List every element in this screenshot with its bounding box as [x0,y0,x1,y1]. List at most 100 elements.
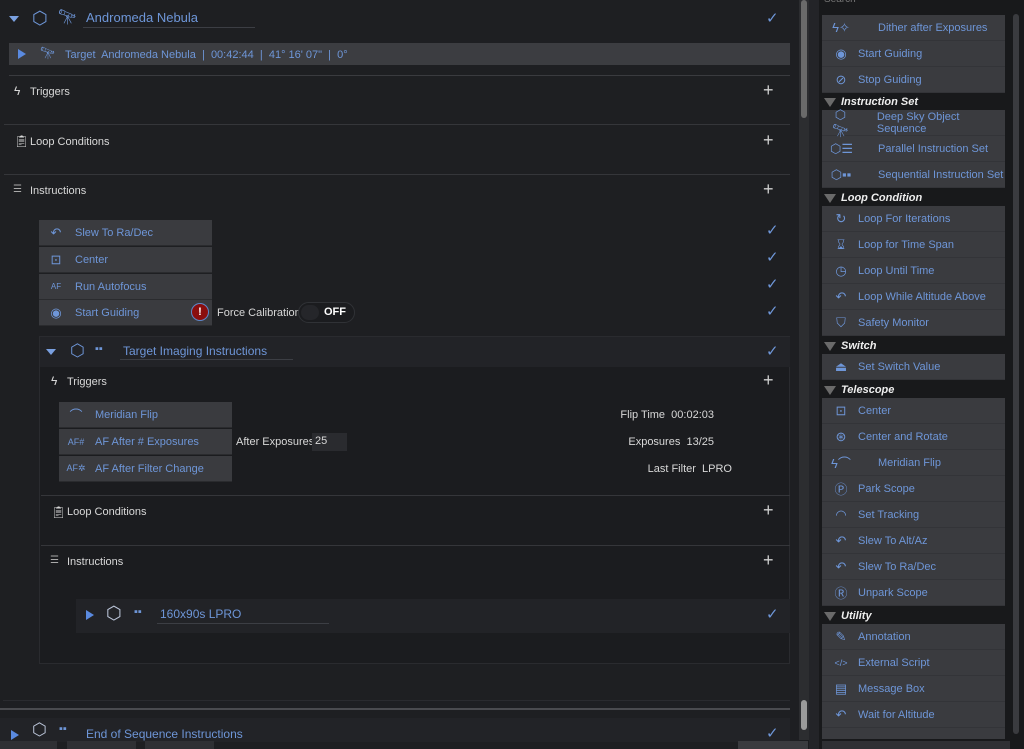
instruction-run-autofocus[interactable]: AF Run Autofocus [39,274,212,300]
library-item[interactable]: ⊛ Center and Rotate [822,424,1005,450]
library-item[interactable]: </> External Script [822,650,1005,676]
check-icon: ✓ [766,725,779,742]
instruction-slew-radec[interactable]: ↶ Slew To Ra/Dec [39,220,212,246]
library-group-loop-condition: ↻ Loop For Iterations ⌛︎ Loop for Time Spa… [822,206,1005,336]
library-item[interactable]: ⌛︎ Loop for Time Span [822,232,1005,258]
expand-arrow-icon[interactable] [18,49,26,59]
library-item[interactable]: ◠ Set Tracking [822,502,1005,528]
instructions-label: Instructions [67,556,124,568]
trigger-af-after-filter-change[interactable]: AF✲ AF After Filter Change [59,456,232,482]
instruction-start-guiding[interactable]: ◉ Start Guiding [39,300,212,326]
library-item[interactable]: Ⓡ Unpark Scope [822,580,1005,606]
end-of-sequence-title: End of Sequence Instructions [86,727,243,741]
trigger-af-after-exposures[interactable]: AF# AF After # Exposures [59,429,232,455]
add-loop-condition-button[interactable]: + [763,500,774,521]
library-item[interactable]: ⛉ Safety Monitor [822,310,1005,336]
list-icon: ☰ [50,555,59,566]
exposures-info: Exposures 13/25 [628,436,714,448]
bottom-button[interactable] [738,741,808,749]
check-icon: ✓ [766,249,779,266]
category-switch[interactable]: Switch [822,339,876,353]
pencil-icon: ✎ [835,628,847,644]
library-item[interactable]: ✎ Annotation [822,624,1005,650]
check-icon: ✓ [766,303,779,320]
telescope-icon: 🔭︎ [40,46,56,60]
search-input[interactable]: Search [824,0,856,5]
library-item[interactable]: ⬡☰ Parallel Instruction Set [822,136,1005,162]
bottom-button[interactable] [67,741,136,749]
meridian-flip-icon: ⌒ [69,408,83,423]
library-group-telescope: ⊡ Center ⊛ Center and Rotate ϟ⌒ Meridian Fl… [822,398,1005,606]
library-item[interactable]: ⏏︎ Set Switch Value [822,354,1005,380]
main-scrollbar[interactable] [799,0,809,740]
category-utility[interactable]: Utility [822,609,872,623]
category-telescope[interactable]: Telescope [822,383,894,397]
library-group-instruction-set: ⬡🔭︎ Deep Sky Object Sequence ⬡☰ Parallel I… [822,107,1005,188]
add-instruction-button[interactable]: + [763,179,774,200]
library-item[interactable]: ◷ Loop Until Time [822,258,1005,284]
bottom-button[interactable] [0,741,57,749]
expand-arrow-icon[interactable] [11,730,19,740]
guiding-icon: ◉ [835,45,847,61]
collapse-arrow-icon[interactable] [9,16,19,22]
target-imaging-title[interactable]: Target Imaging Instructions [120,344,293,360]
bottom-button[interactable] [145,741,214,749]
loop-icon: ↻ [835,210,847,226]
center-rotate-icon: ⊛ [835,428,847,444]
check-icon: ✓ [766,606,779,623]
triggers-label: Triggers [67,376,107,388]
check-icon: ✓ [766,343,779,360]
add-trigger-button[interactable]: + [763,80,774,101]
message-box-icon: ▤ [834,680,848,696]
library-item[interactable]: ↶ Wait for Altitude [822,702,1005,728]
loop-conditions-label: Loop Conditions [67,506,147,518]
stop-guiding-icon: ⊘ [835,71,847,87]
force-calibration-toggle[interactable]: OFF [298,302,355,323]
instruction-set-box-icon: ⬡ [32,8,48,28]
instruction-set-box-icon: ⬡ [70,341,85,360]
altitude-icon: ↶ [835,706,847,722]
slew-radec-icon: ↶ [835,558,847,574]
library-item-dither[interactable]: ϟ✧ Dither after Exposures [822,15,1005,41]
after-exposures-input[interactable]: 25 [312,433,347,451]
collapse-arrow-icon[interactable] [46,349,56,355]
box-icon: ⬡ [32,720,47,739]
panel-splitter[interactable] [809,0,819,749]
library-item-stop-guiding[interactable]: ⊘ Stop Guiding [822,67,1005,93]
unpark-icon: Ⓡ [834,586,848,601]
flip-time-info: Flip Time 00:02:03 [620,409,714,421]
park-icon: Ⓟ [834,482,848,497]
slew-radec-icon: ↶ [50,224,62,240]
sequence-title[interactable]: Andromeda Nebula [83,10,255,28]
clock-icon: ◷ [835,262,847,278]
library-item[interactable]: ⊡ Center [822,398,1005,424]
category-loop-condition[interactable]: Loop Condition [822,191,922,205]
sequential-icon: ▪▪ [134,606,142,618]
check-icon: ✓ [766,222,779,239]
instruction-center[interactable]: ⊡ Center [39,247,212,273]
library-item[interactable]: ↶ Loop While Altitude Above [822,284,1005,310]
trigger-meridian-flip[interactable]: ⌒ Meridian Flip [59,402,232,428]
library-item[interactable]: ↶ Slew To Ra/Dec [822,554,1005,580]
instructions-label: Instructions [30,185,87,197]
library-item[interactable]: ↻ Loop For Iterations [822,206,1005,232]
library-item[interactable]: ϟ⌒ Meridian Flip [822,450,1005,476]
library-item[interactable]: Ⓟ Park Scope [822,476,1005,502]
add-instruction-button[interactable]: + [763,550,774,571]
library-item[interactable]: ⬡🔭︎ Deep Sky Object Sequence [822,107,1005,138]
library-bottom-button[interactable] [822,741,1010,749]
sub-set-title[interactable]: 160x90s LPRO [157,607,329,624]
library-item[interactable]: ▤ Message Box [822,676,1005,702]
library-item[interactable]: ↶ Slew To Alt/Az [822,528,1005,554]
box-icon: ⬡ [106,603,122,623]
force-calibration-label: Force Calibration [217,307,301,319]
expand-arrow-icon[interactable] [86,610,94,620]
add-loop-condition-button[interactable]: + [763,130,774,151]
library-item-start-guiding[interactable]: ◉ Start Guiding [822,41,1005,67]
library-scrollbar[interactable] [1013,14,1019,734]
warning-icon[interactable]: ! [191,303,209,321]
add-trigger-button[interactable]: + [763,370,774,391]
autofocus-icon: AF [50,282,62,291]
clipboard-icon: 📋︎ [14,134,30,148]
library-item[interactable]: ⬡▪▪ Sequential Instruction Set [822,162,1005,188]
